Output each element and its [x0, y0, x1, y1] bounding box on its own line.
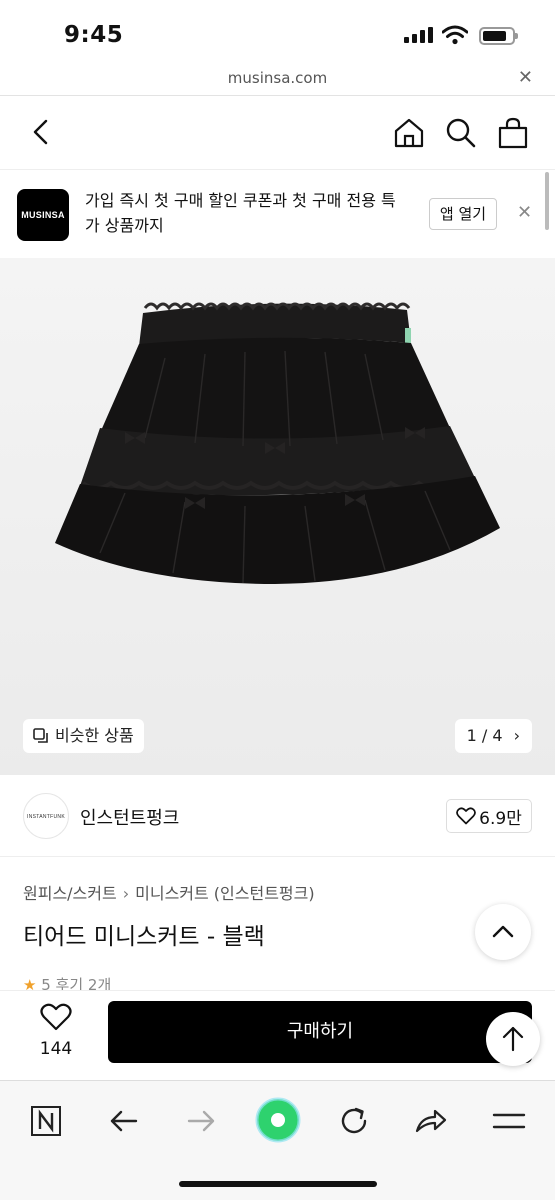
breadcrumb: 원피스/스커트 › 미니스커트 (인스턴트펑크): [23, 880, 315, 904]
menu-icon[interactable]: [489, 1101, 529, 1141]
url-bar[interactable]: musinsa.com ✕: [0, 62, 555, 96]
forward-arrow-icon[interactable]: [181, 1101, 221, 1141]
chevron-right-icon: ›: [513, 726, 520, 745]
brand-logo[interactable]: INSTANTFUNK: [23, 793, 69, 839]
home-indicator[interactable]: [179, 1181, 377, 1187]
breadcrumb-item[interactable]: 원피스/스커트: [23, 884, 117, 903]
buy-button[interactable]: 구매하기: [108, 1001, 532, 1063]
naver-n-icon[interactable]: [26, 1101, 66, 1141]
status-time: 9:45: [64, 22, 124, 48]
product-title: 티어드 미니스커트 - 블랙: [23, 924, 265, 950]
share-icon[interactable]: [411, 1101, 451, 1141]
heart-icon: [40, 1003, 72, 1031]
breadcrumb-item[interactable]: 미니스커트 (인스턴트펑크): [135, 884, 315, 903]
rating-summary[interactable]: ★ 5 후기 2개: [23, 974, 111, 990]
heart-icon: [456, 807, 477, 825]
brand-like-count: 6.9만: [479, 808, 522, 829]
page-indicator: 1 / 4: [466, 726, 503, 745]
chevron-right-icon: ›: [122, 884, 130, 903]
wishlist-button[interactable]: 144: [28, 1003, 84, 1065]
star-icon: ★: [23, 976, 37, 990]
scroll-to-top-button[interactable]: [486, 1012, 540, 1066]
signal-icon: [404, 27, 433, 43]
brand-row[interactable]: INSTANTFUNK 인스턴트펑크 6.9만: [0, 775, 555, 857]
open-app-button[interactable]: 앱 열기: [429, 198, 497, 230]
arrow-up-icon: [502, 1026, 524, 1052]
cart-icon[interactable]: [496, 116, 530, 150]
product-image[interactable]: 비슷한 상품 1 / 4 ›: [0, 258, 555, 775]
battery-icon: [479, 27, 518, 45]
skirt-image: [55, 302, 500, 584]
close-icon[interactable]: ✕: [518, 67, 533, 88]
back-icon[interactable]: [28, 118, 56, 146]
app-banner: MUSINSA 가입 즉시 첫 구매 할인 쿠폰과 첫 구매 전용 특가 상품까…: [0, 170, 555, 258]
rating-text: 5 후기 2개: [41, 976, 112, 990]
similar-icon: [33, 728, 48, 743]
site-header: [0, 96, 555, 170]
purchase-bar: 144 구매하기: [0, 990, 555, 1080]
scrollbar[interactable]: [545, 172, 549, 230]
wishlist-count: 144: [39, 1039, 73, 1059]
banner-message: 가입 즉시 첫 구매 할인 쿠폰과 첫 구매 전용 특가 상품까지: [85, 191, 396, 235]
green-dot-icon[interactable]: [255, 1097, 301, 1143]
back-arrow-icon[interactable]: [104, 1101, 144, 1141]
similar-products-label: 비슷한 상품: [55, 726, 134, 745]
status-bar: 9:45: [0, 0, 555, 62]
search-icon[interactable]: [444, 116, 478, 150]
close-icon[interactable]: ✕: [517, 202, 532, 223]
collapse-button[interactable]: [475, 904, 531, 960]
brand-like-button[interactable]: 6.9만: [446, 799, 532, 833]
brand-name[interactable]: 인스턴트펑크: [80, 804, 179, 830]
url-text[interactable]: musinsa.com: [0, 69, 555, 87]
similar-products-button[interactable]: 비슷한 상품: [23, 719, 144, 753]
wifi-icon: [442, 25, 468, 45]
musinsa-logo: MUSINSA: [17, 189, 69, 241]
chevron-up-icon: [492, 925, 514, 938]
image-page-counter[interactable]: 1 / 4 ›: [454, 719, 532, 753]
home-icon[interactable]: [392, 116, 426, 150]
refresh-icon[interactable]: [334, 1101, 374, 1141]
